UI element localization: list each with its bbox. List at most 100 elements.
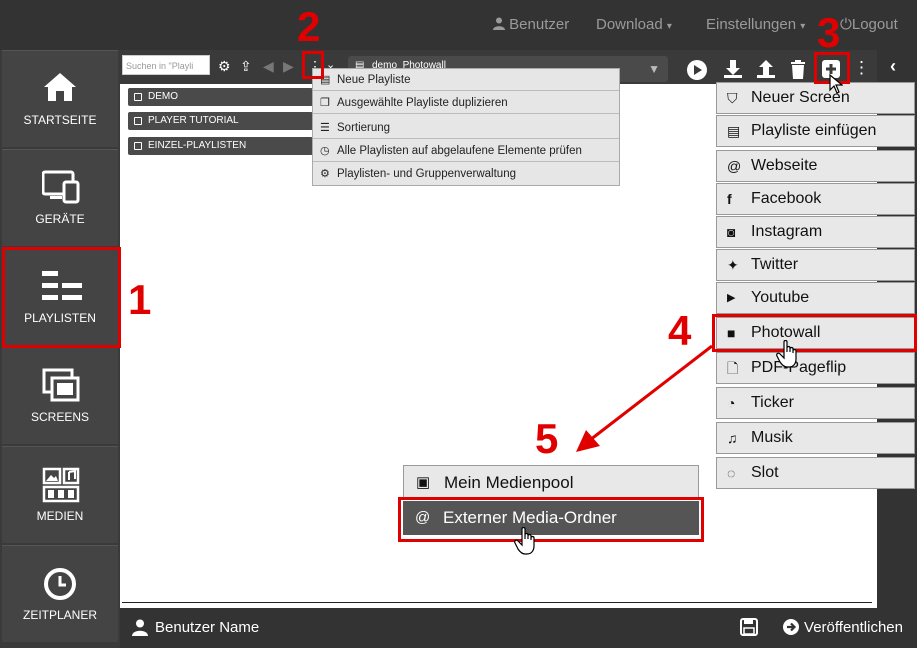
cursor-arrow-icon: [829, 74, 843, 94]
add-item-ticker[interactable]: ◔ Ticker: [716, 387, 915, 419]
circle-notch-icon: ◌: [727, 465, 736, 481]
menu-item-label: Musik: [751, 429, 793, 446]
step-number-5: 5: [535, 415, 559, 462]
publish-button[interactable]: Veröffentlichen: [782, 608, 903, 648]
add-item-website[interactable]: @ Webseite: [716, 150, 915, 182]
list-icon: ▤: [727, 123, 741, 139]
sidebar-item-label: STARTSEITE: [23, 113, 97, 127]
menu-item-label: Slot: [751, 464, 779, 481]
music-icon: ♫: [727, 430, 738, 446]
arrow-left-icon[interactable]: ◀: [263, 58, 274, 75]
sidebar: STARTSEITE GERÄTE PLAYLISTEN SCREENS MED…: [0, 50, 120, 648]
youtube-icon: ▶: [727, 292, 736, 304]
collapse-chevron-icon[interactable]: ‹: [890, 56, 896, 77]
download-menu[interactable]: Download ▾: [596, 0, 672, 50]
top-navbar: Benutzer Download ▾ Einstellungen ▾ ⏻Log…: [0, 0, 917, 50]
add-item-music[interactable]: ♫ Musik: [716, 422, 915, 454]
at-icon: @: [727, 158, 742, 174]
playlist-item[interactable]: EINZEL-PLAYLISTEN: [128, 137, 313, 155]
sort-icon: ☰: [320, 122, 330, 134]
highlight-box-2: [302, 51, 324, 79]
user-menu[interactable]: Benutzer: [493, 0, 569, 50]
sidebar-item-geraete[interactable]: GERÄTE: [2, 149, 118, 246]
publish-label: Veröffentlichen: [804, 619, 903, 636]
menu-item-check-expired[interactable]: ◷ Alle Playlisten auf abgelaufene Element…: [313, 140, 619, 162]
menu-item-label: Neue Playliste: [337, 74, 411, 86]
playlist-search-input[interactable]: Suchen in "Playli: [122, 55, 210, 75]
arrow-right-icon[interactable]: ▶: [283, 58, 294, 75]
highlight-box-1: [2, 247, 121, 348]
annotation-arrow: [576, 344, 713, 452]
menu-item-media-pool[interactable]: ▣ Mein Medienpool: [403, 465, 699, 499]
sidebar-item-label: ZEITPLANER: [22, 608, 97, 622]
highlight-box-4: [712, 314, 917, 352]
step-number-2: 2: [297, 3, 321, 50]
trash-icon[interactable]: [790, 60, 806, 79]
menu-item-group-management[interactable]: ⚙ Playlisten- und Gruppenverwaltung: [313, 163, 619, 185]
menu-item-label: Playlisten- und Gruppenverwaltung: [337, 168, 516, 180]
menu-item-new-playlist[interactable]: ▤ Neue Playliste: [313, 69, 619, 91]
menu-item-label: Facebook: [751, 190, 822, 207]
caret-down-icon: ▾: [666, 21, 672, 32]
add-item-slot[interactable]: ◌ Slot: [716, 457, 915, 489]
sidebar-item-startseite[interactable]: STARTSEITE: [2, 50, 118, 147]
sidebar-item-zeitplaner[interactable]: ZEITPLANER: [2, 545, 118, 642]
play-icon[interactable]: [686, 59, 708, 81]
caret-down-icon: ▼: [648, 62, 660, 76]
user-menu-label: Benutzer: [509, 16, 570, 33]
gear-icon[interactable]: ⚙: [218, 58, 231, 75]
add-item-insert-playlist[interactable]: ▤ Playliste einfügen: [716, 115, 915, 147]
menu-item-label: Mein Medienpool: [444, 473, 574, 492]
user-icon: [132, 619, 148, 636]
footer: Benutzer Name Veröffentlichen: [120, 608, 917, 648]
cursor-hand-icon: [776, 340, 797, 368]
save-icon[interactable]: [740, 618, 758, 636]
sidebar-item-medien[interactable]: MEDIEN: [2, 446, 118, 543]
download-icon[interactable]: [723, 59, 743, 79]
add-item-instagram[interactable]: ◙ Instagram: [716, 216, 915, 248]
logout-link[interactable]: ⏻Logout: [840, 0, 898, 50]
menu-item-label: Playliste einfügen: [751, 122, 877, 139]
step-number-3: 3: [817, 9, 841, 56]
arrow-circle-right-icon: [782, 619, 799, 635]
add-item-new-screen[interactable]: ⛉ Neuer Screen: [716, 82, 915, 114]
image-icon: ▣: [416, 474, 431, 491]
menu-item-label: Sortierung: [337, 122, 391, 134]
add-item-facebook[interactable]: f Facebook: [716, 183, 915, 215]
menu-item-label: Youtube: [751, 289, 810, 306]
playlist-item[interactable]: PLAYER TUTORIAL: [128, 112, 313, 130]
settings-menu[interactable]: Einstellungen ▾: [706, 0, 805, 50]
clock-icon: [44, 568, 76, 600]
cursor-hand-icon: [514, 527, 535, 555]
add-item-youtube[interactable]: ▶ Youtube: [716, 282, 915, 314]
upload-icon[interactable]: [756, 59, 776, 79]
menu-item-label: Webseite: [751, 157, 818, 174]
caret-down-icon: ▾: [800, 21, 806, 32]
playlist-item[interactable]: DEMO: [128, 88, 313, 106]
more-vertical-icon[interactable]: ⋮: [853, 58, 870, 78]
instagram-icon: ◙: [727, 224, 736, 240]
sidebar-item-label: SCREENS: [30, 410, 89, 424]
menu-item-label: Ticker: [751, 394, 794, 411]
rss-icon: ◔: [727, 395, 736, 411]
menu-item-duplicate-playlist[interactable]: ❐ Ausgewählte Playliste duplizieren: [313, 92, 619, 114]
add-item-twitter[interactable]: ✦ Twitter: [716, 249, 915, 281]
clock-icon: ◷: [320, 145, 330, 157]
playlist-options-menu: ▤ Neue Playliste ❐ Ausgewählte Playliste d…: [312, 68, 620, 186]
upload-icon[interactable]: ⇪: [240, 58, 252, 75]
step-number-1: 1: [128, 276, 152, 323]
sidebar-item-label: MEDIEN: [36, 509, 84, 523]
facebook-icon: f: [727, 191, 732, 207]
menu-item-label: Twitter: [751, 256, 799, 273]
twitter-icon: ✦: [727, 257, 739, 273]
media-icon: [42, 467, 80, 503]
settings-menu-label: Einstellungen: [706, 16, 797, 33]
power-icon: ⏻: [840, 16, 852, 33]
copy-icon: ❐: [320, 97, 330, 109]
add-item-pdf-pageflip[interactable]: 🗋 PDF-Pageflip: [716, 352, 915, 384]
sidebar-item-screens[interactable]: SCREENS: [2, 347, 118, 444]
gears-icon: ⚙: [320, 168, 330, 180]
content-divider: [122, 602, 872, 603]
footer-username: Benutzer Name: [155, 619, 260, 636]
menu-item-sort[interactable]: ☰ Sortierung: [313, 117, 619, 139]
